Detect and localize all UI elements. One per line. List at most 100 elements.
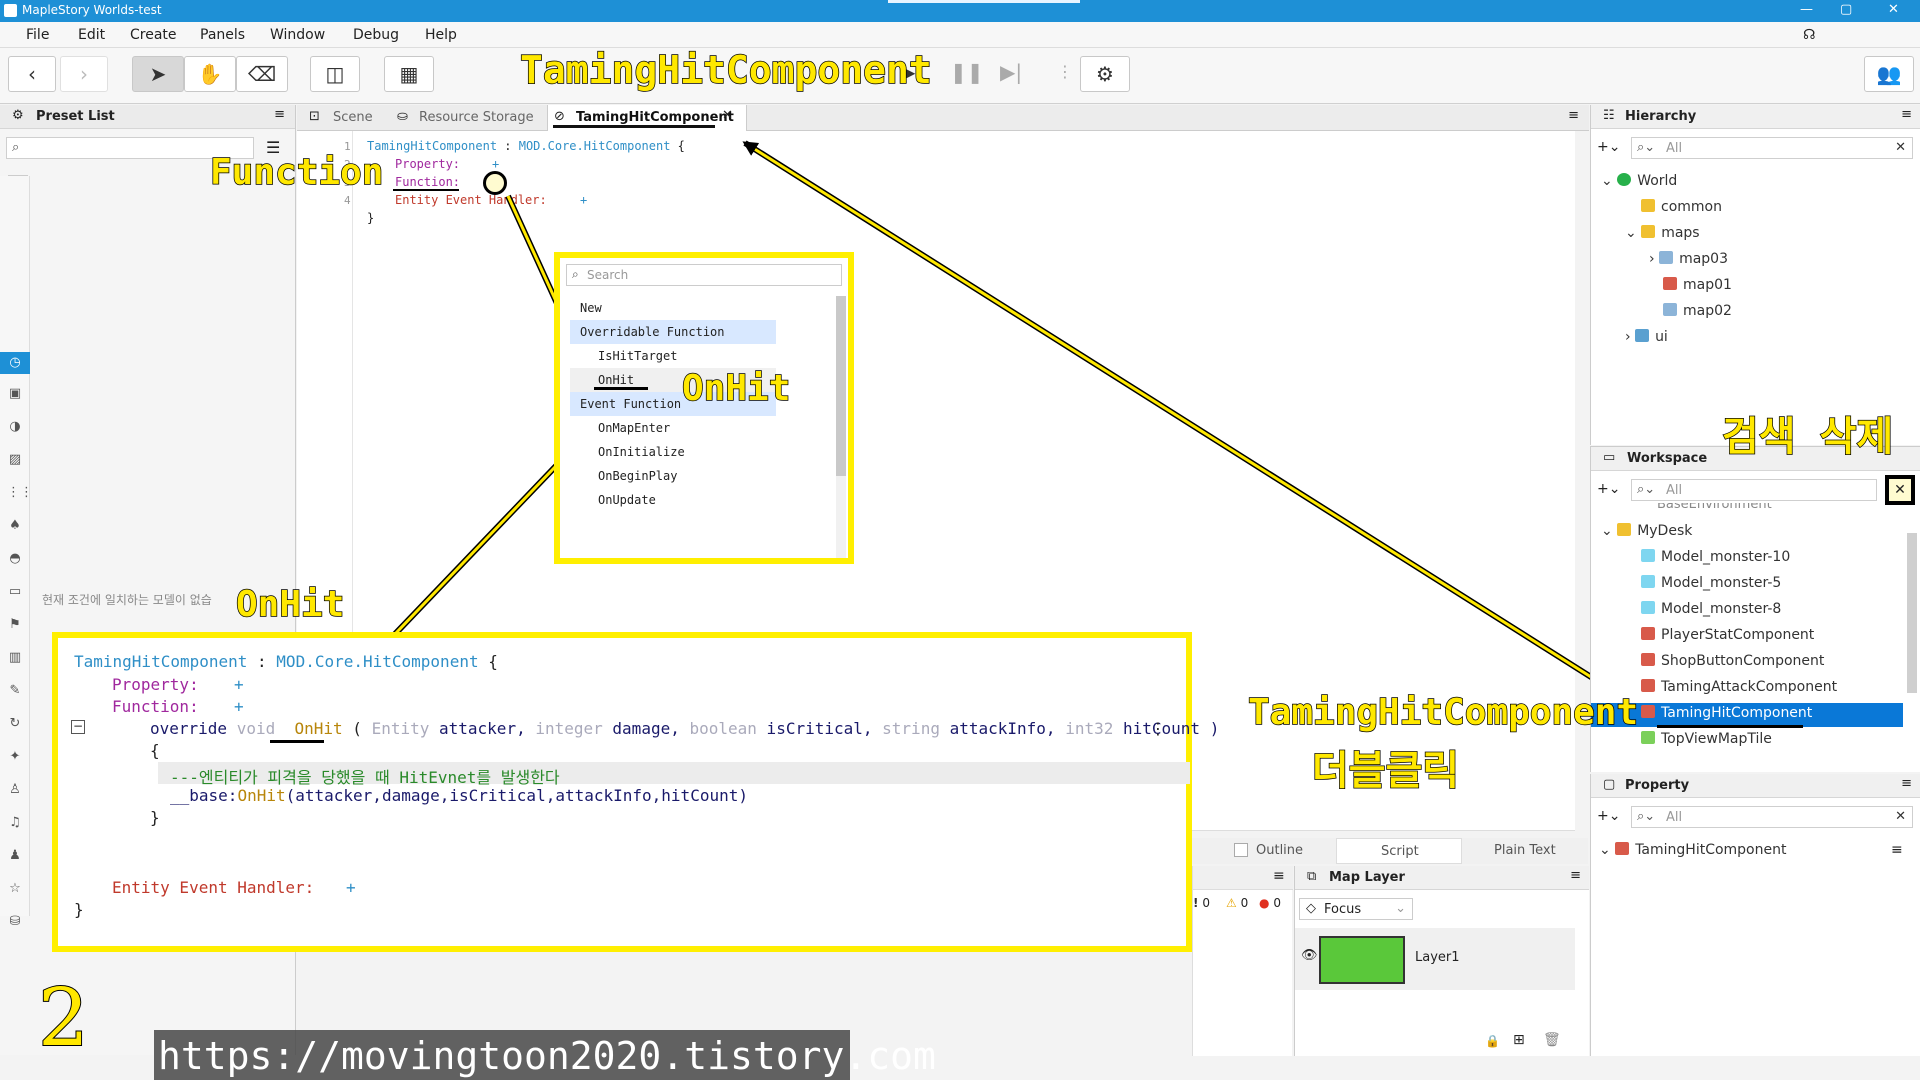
menu-icon[interactable]: ≡ [1901, 776, 1912, 791]
menu-icon[interactable]: ≡ [1570, 868, 1581, 883]
menu-icon[interactable]: ≡ [1901, 107, 1912, 122]
tree-model-monster-8[interactable]: Model_monster-8 [1641, 601, 1781, 617]
dropdown-item-ishittarget[interactable]: IsHitTarget [570, 344, 776, 368]
tree-common[interactable]: common [1641, 199, 1722, 215]
dropdown-search-input[interactable]: ⌕ Search [566, 264, 842, 286]
music-icon[interactable]: ♫ [7, 815, 23, 831]
flag-icon[interactable]: ⚑ [7, 617, 23, 633]
brush-icon[interactable]: ✎ [7, 683, 23, 699]
dropdown-item-onmapenter[interactable]: OnMapEnter [570, 416, 776, 440]
callout-property-add[interactable]: + [234, 675, 244, 694]
users-button[interactable]: 👥 [1864, 56, 1914, 92]
property-add-button[interactable]: + [492, 157, 499, 171]
refresh-icon[interactable]: ↻ [7, 716, 23, 732]
image-icon[interactable]: ▣ [7, 386, 23, 402]
dropdown-scrollbar[interactable] [836, 296, 846, 558]
tree-ui[interactable]: › ui [1625, 329, 1668, 345]
building-icon[interactable]: ▥ [7, 650, 23, 666]
property-component-item[interactable]: ⌄ TamingHitComponent [1599, 842, 1786, 858]
add-component-button[interactable]: ▦ [384, 56, 434, 92]
tree-playerstat[interactable]: PlayerStatComponent [1641, 627, 1814, 643]
maximize-icon[interactable]: ▢ [1840, 2, 1852, 17]
delete-icon[interactable]: 🗑 [1543, 1032, 1561, 1048]
minimize-icon[interactable]: — [1800, 2, 1813, 17]
tree-taminghit[interactable]: TamingHitComponent [1641, 705, 1812, 721]
tab-taming-hit-component[interactable]: TamingHitComponent [576, 110, 734, 125]
robot-icon[interactable]: ▭ [7, 584, 23, 600]
clear-icon[interactable]: ✕ [1895, 809, 1906, 824]
layout-button[interactable]: ◫ [310, 56, 360, 92]
visibility-icon[interactable]: 👁 [1301, 948, 1318, 963]
hand-tool-button[interactable]: ✋ [184, 56, 236, 92]
add-layer-icon[interactable]: ⊞ [1513, 1032, 1525, 1048]
picture-icon[interactable]: ▨ [7, 452, 23, 468]
tab-script[interactable]: Script [1336, 838, 1462, 864]
headset-icon[interactable]: ☊ [1803, 27, 1815, 43]
callout-function-add[interactable]: + [234, 697, 244, 716]
menu-file[interactable]: File [26, 27, 49, 43]
storage-icon[interactable]: ⛁ [7, 914, 23, 930]
person-icon[interactable]: ♟ [7, 848, 23, 864]
dropdown-item-onupdate[interactable]: OnUpdate [570, 488, 776, 512]
menu-icon[interactable]: ≡ [1891, 842, 1903, 858]
workspace-scrollbar[interactable] [1907, 533, 1917, 693]
tree-map01[interactable]: map01 [1663, 277, 1732, 293]
lock-icon[interactable]: 🔒 [1485, 1034, 1500, 1048]
more-icon[interactable]: ⋮ [1150, 719, 1166, 738]
workspace-search-input[interactable]: ⌕⌄ All [1631, 479, 1877, 501]
back-button[interactable]: ‹ [8, 56, 56, 92]
recent-icon[interactable]: ◷ [0, 352, 30, 374]
forward-button[interactable]: › [60, 56, 108, 92]
workspace-clear-button[interactable]: ✕ [1885, 475, 1915, 505]
clear-icon[interactable]: ✕ [1895, 140, 1906, 155]
tab-plain-text[interactable]: Plain Text [1494, 843, 1556, 858]
outline-checkbox[interactable] [1234, 843, 1248, 857]
close-icon[interactable]: ✕ [1888, 2, 1899, 17]
menu-icon[interactable]: ≡ [274, 107, 285, 122]
menu-debug[interactable]: Debug [353, 27, 399, 43]
menu-create[interactable]: Create [130, 27, 177, 43]
tab-close-icon[interactable]: ✕ [722, 108, 733, 123]
tab-outline[interactable]: Outline [1256, 843, 1303, 858]
sparkle-icon[interactable]: ✦ [7, 749, 23, 765]
dropdown-item-onbeginplay[interactable]: OnBeginPlay [570, 464, 776, 488]
add-property-button[interactable]: +⌄ [1597, 808, 1620, 824]
tree-shopbutton[interactable]: ShopButtonComponent [1641, 653, 1824, 669]
menu-edit[interactable]: Edit [78, 27, 105, 43]
menu-icon[interactable]: ≡ [1273, 868, 1285, 884]
tree-maps[interactable]: ⌄ maps [1625, 225, 1700, 241]
tab-scene[interactable]: Scene [333, 110, 373, 125]
step-icon[interactable]: ▶| [1000, 60, 1022, 84]
tree-topviewmaptile[interactable]: TopViewMapTile [1641, 731, 1772, 747]
select-tool-button[interactable]: ➤ [132, 56, 184, 92]
grid-icon[interactable]: ⋮⋮ [7, 485, 33, 501]
function-add-circle[interactable] [483, 171, 507, 195]
debug-button[interactable]: ⚙ [1080, 56, 1130, 92]
tree-mydesk[interactable]: ⌄ MyDesk [1601, 523, 1692, 539]
focus-select[interactable]: ◇ Focus ⌄ [1299, 898, 1413, 920]
menu-help[interactable]: Help [425, 27, 457, 43]
editor-menu-icon[interactable]: ≡ [1568, 108, 1579, 123]
eraser-tool-button[interactable]: ⌫ [236, 56, 288, 92]
star-icon[interactable]: ☆ [7, 881, 23, 897]
tree-tamingattack[interactable]: TamingAttackComponent [1641, 679, 1837, 695]
tree-world[interactable]: ⌄ World [1601, 173, 1677, 189]
dropdown-item-oninitialize[interactable]: OnInitialize [570, 440, 776, 464]
menu-panels[interactable]: Panels [200, 27, 245, 43]
tree-icon[interactable]: ♠ [7, 518, 23, 534]
tab-resource-storage[interactable]: Resource Storage [419, 110, 534, 125]
pause-icon[interactable]: ❚❚ [950, 60, 984, 84]
tree-map02[interactable]: map02 [1663, 303, 1732, 319]
property-search-input[interactable]: ⌕⌄ All ✕ [1631, 806, 1913, 828]
callout-handler-add[interactable]: + [346, 878, 356, 897]
palette-icon[interactable]: ◑ [7, 419, 23, 435]
add-entity-button[interactable]: +⌄ [1597, 139, 1620, 155]
add-item-button[interactable]: +⌄ [1597, 481, 1620, 497]
layer-row[interactable]: 👁 Layer1 [1295, 928, 1575, 990]
menu-window[interactable]: Window [270, 27, 325, 43]
hierarchy-search-input[interactable]: ⌕⌄ All ✕ [1631, 137, 1913, 159]
handler-add-button[interactable]: + [580, 193, 587, 207]
walk-icon[interactable]: ♙ [7, 782, 23, 798]
tree-model-monster-5[interactable]: Model_monster-5 [1641, 575, 1781, 591]
collapse-icon[interactable]: − [71, 720, 85, 734]
